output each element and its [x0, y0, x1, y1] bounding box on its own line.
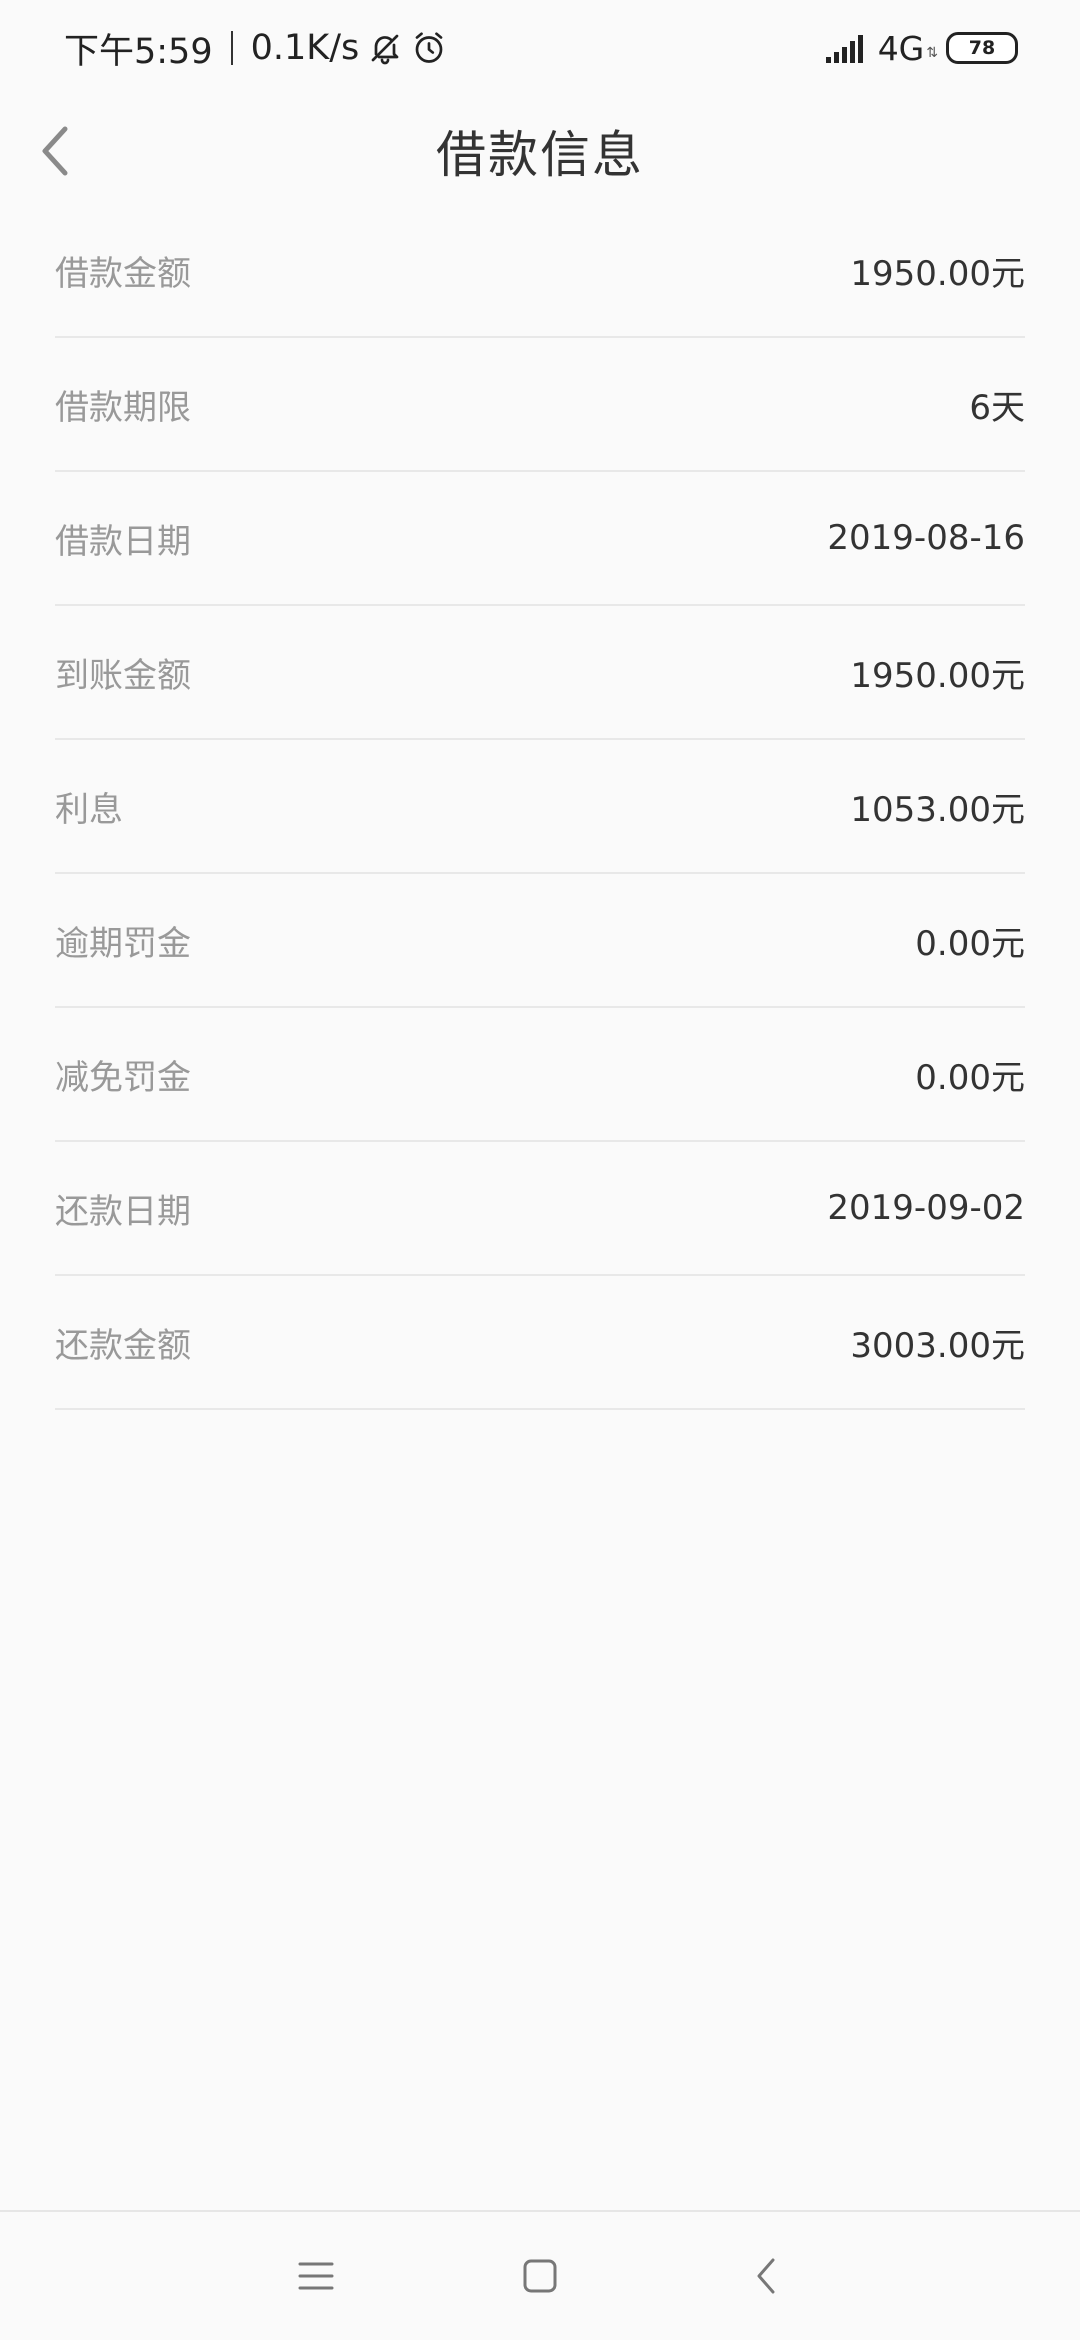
info-label: 借款金额	[55, 253, 191, 294]
network-type: 4G	[877, 28, 925, 68]
info-row-repayment-amount: 还款金额 3003.00元	[55, 1276, 1025, 1410]
back-icon	[757, 2258, 775, 2294]
title-bar: 借款信息	[0, 96, 1080, 206]
nav-home-button[interactable]	[504, 2240, 576, 2312]
loan-info-screen: 下午5:59 0.1K/s 4G ⇅ 78 借款信息 借款金额 1950.00元…	[0, 0, 1080, 2340]
status-separator	[230, 31, 233, 65]
info-value: 2019-08-16	[827, 518, 1025, 558]
system-nav-bar	[0, 2210, 1080, 2340]
nav-back-button[interactable]	[730, 2240, 802, 2312]
info-row-interest: 利息 1053.00元	[55, 740, 1025, 874]
info-value: 1053.00元	[850, 789, 1025, 830]
home-icon	[523, 2259, 557, 2293]
info-value: 6天	[969, 387, 1025, 428]
nav-menu-button[interactable]	[280, 2240, 352, 2312]
info-row-overdue-penalty: 逾期罚金 0.00元	[55, 874, 1025, 1008]
info-row-repayment-date: 还款日期 2019-09-02	[55, 1142, 1025, 1276]
info-label: 借款日期	[55, 521, 191, 562]
info-row-received-amount: 到账金额 1950.00元	[55, 606, 1025, 740]
info-row-waived-penalty: 减免罚金 0.00元	[55, 1008, 1025, 1142]
info-value: 3003.00元	[850, 1325, 1025, 1366]
battery-icon: 78	[946, 32, 1018, 64]
info-label: 还款金额	[55, 1325, 191, 1366]
info-value: 1950.00元	[850, 655, 1025, 696]
info-label: 还款日期	[55, 1191, 191, 1232]
battery-level: 78	[968, 37, 996, 59]
chevron-left-icon	[42, 126, 68, 176]
alarm-icon	[411, 30, 447, 66]
status-left: 下午5:59 0.1K/s	[64, 23, 447, 74]
info-value: 2019-09-02	[827, 1188, 1025, 1228]
back-button[interactable]	[20, 116, 90, 186]
data-arrows-icon: ⇅	[926, 45, 938, 61]
status-speed: 0.1K/s	[250, 28, 360, 68]
status-right: 4G ⇅ 78	[818, 29, 1018, 68]
info-row-loan-date: 借款日期 2019-08-16	[55, 472, 1025, 606]
info-label: 逾期罚金	[55, 923, 191, 964]
bell-muted-icon	[367, 30, 403, 66]
page-title: 借款信息	[436, 126, 644, 184]
info-row-loan-amount: 借款金额 1950.00元	[55, 204, 1025, 338]
status-time: 下午5:59	[64, 31, 213, 72]
status-bar: 下午5:59 0.1K/s 4G ⇅ 78	[0, 0, 1080, 96]
loan-info-list: 借款金额 1950.00元 借款期限 6天 借款日期 2019-08-16 到账…	[55, 204, 1025, 1410]
menu-icon	[298, 2262, 334, 2290]
info-value: 1950.00元	[850, 253, 1025, 294]
info-label: 利息	[55, 789, 123, 830]
signal-icon	[825, 33, 868, 63]
info-value: 0.00元	[915, 1057, 1025, 1098]
info-label: 到账金额	[55, 655, 191, 696]
info-label: 减免罚金	[55, 1057, 191, 1098]
info-label: 借款期限	[55, 387, 191, 428]
info-value: 0.00元	[915, 923, 1025, 964]
info-row-loan-term: 借款期限 6天	[55, 338, 1025, 472]
